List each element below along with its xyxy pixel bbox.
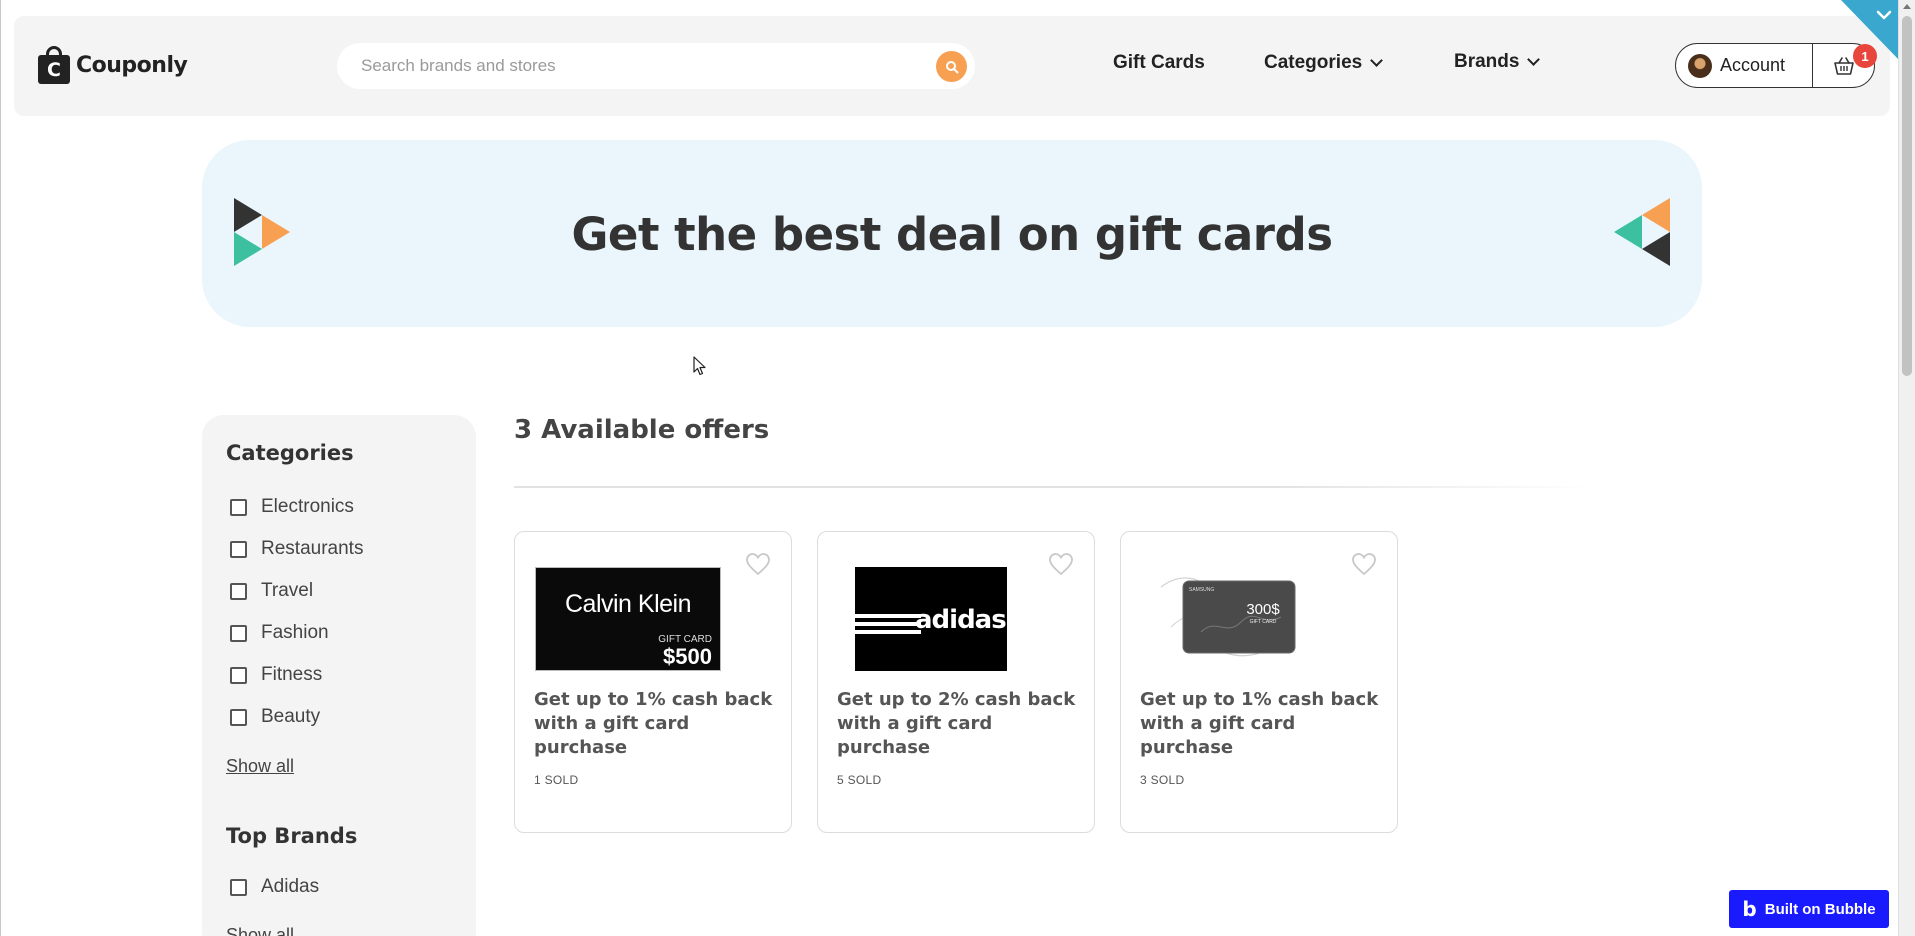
gift-card-image: SAMSUNG 300$ GIFT CARD xyxy=(1141,567,1327,671)
search-button[interactable] xyxy=(936,51,967,82)
dropdown-corner-toggle[interactable] xyxy=(1841,0,1899,60)
search-input[interactable] xyxy=(361,43,901,89)
nav-brands[interactable]: Brands xyxy=(1454,51,1541,73)
offers-count-title: 3 Available offers xyxy=(514,415,770,445)
scroll-up-arrow-icon[interactable] xyxy=(1903,4,1911,9)
svg-text:SAMSUNG: SAMSUNG xyxy=(1189,587,1214,593)
chevron-down-icon xyxy=(1370,54,1384,67)
stripe xyxy=(855,614,921,618)
search-bar xyxy=(337,43,975,89)
mouse-cursor-icon xyxy=(693,356,706,376)
show-all-brands-link[interactable]: Show all xyxy=(226,925,294,936)
checkbox[interactable] xyxy=(230,624,247,642)
filter-label: Beauty xyxy=(261,706,321,727)
hero-banner: Get the best deal on gift cards xyxy=(202,140,1702,327)
vertical-scrollbar[interactable] xyxy=(1898,0,1915,936)
show-all-categories-link[interactable]: Show all xyxy=(226,756,294,777)
filter-label: Adidas xyxy=(261,876,320,897)
bubble-logo-icon: b xyxy=(1742,897,1757,921)
account-button[interactable]: Account xyxy=(1676,44,1813,87)
filter-label: Restaurants xyxy=(261,538,364,559)
gift-card-image: Calvin Klein GIFT CARD $500 xyxy=(535,567,721,671)
top-brands-heading: Top Brands xyxy=(226,824,358,848)
stripe xyxy=(855,622,921,626)
site-logo[interactable]: C Couponly xyxy=(38,46,188,84)
filter-category-fitness[interactable]: Fitness xyxy=(230,664,322,686)
nav-categories[interactable]: Categories xyxy=(1264,52,1384,74)
offer-card-samsung[interactable]: SAMSUNG 300$ GIFT CARD Get up to 1% cash… xyxy=(1120,531,1398,833)
checkbox[interactable] xyxy=(230,666,247,684)
divider xyxy=(514,486,1594,488)
offer-title: Get up to 2% cash back with a gift card … xyxy=(837,689,1076,758)
filter-category-fashion[interactable]: Fashion xyxy=(230,622,329,644)
offer-card-adidas[interactable]: adidas Get up to 2% cash back with a gif… xyxy=(817,531,1095,833)
filter-label: Fitness xyxy=(261,664,323,685)
filter-label: Travel xyxy=(261,580,314,601)
svg-text:GIFT CARD: GIFT CARD xyxy=(1250,619,1277,625)
offer-title: Get up to 1% cash back with a gift card … xyxy=(1140,689,1379,758)
triangle-logo-icon xyxy=(1614,198,1670,266)
avatar xyxy=(1688,53,1712,78)
sold-count: 1 SOLD xyxy=(534,773,579,787)
checkbox[interactable] xyxy=(230,582,247,600)
scrollbar-thumb[interactable] xyxy=(1902,16,1912,376)
nav-gift-cards-label: Gift Cards xyxy=(1113,52,1205,73)
card-image-brand: adidas xyxy=(915,605,1007,635)
filter-label: Fashion xyxy=(261,622,329,643)
chevron-down-icon xyxy=(1527,53,1541,66)
logo-text: Couponly xyxy=(76,52,188,78)
svg-text:300$: 300$ xyxy=(1246,601,1280,618)
checkbox[interactable] xyxy=(230,708,247,726)
filter-category-restaurants[interactable]: Restaurants xyxy=(230,538,363,560)
checkbox[interactable] xyxy=(230,540,247,558)
offer-card-calvin-klein[interactable]: Calvin Klein GIFT CARD $500 Get up to 1%… xyxy=(514,531,792,833)
search-icon xyxy=(945,60,958,73)
stripe xyxy=(855,630,921,634)
filter-category-travel[interactable]: Travel xyxy=(230,580,313,602)
banner-title: Get the best deal on gift cards xyxy=(571,208,1334,261)
filter-sidebar: Categories Electronics Restaurants Trave… xyxy=(202,415,476,936)
account-label: Account xyxy=(1720,55,1786,75)
heart-icon[interactable] xyxy=(1048,552,1074,576)
bubble-badge-label: Built on Bubble xyxy=(1764,900,1876,918)
card-image-amount: $500 xyxy=(663,644,712,669)
filter-label: Electronics xyxy=(261,496,354,517)
sold-count: 5 SOLD xyxy=(837,773,882,787)
page: C Couponly Gift Cards Categories Brands xyxy=(0,0,1899,936)
heart-icon[interactable] xyxy=(745,552,771,576)
nav-brands-label: Brands xyxy=(1454,51,1520,72)
samsung-gift-card-graphic: SAMSUNG 300$ GIFT CARD xyxy=(1160,577,1296,657)
offer-title: Get up to 1% cash back with a gift card … xyxy=(534,689,773,758)
site-header: C Couponly Gift Cards Categories Brands xyxy=(14,16,1890,116)
filter-brand-adidas[interactable]: Adidas xyxy=(230,876,319,898)
nav-gift-cards[interactable]: Gift Cards xyxy=(1113,52,1205,74)
checkbox[interactable] xyxy=(230,498,247,516)
filter-category-electronics[interactable]: Electronics xyxy=(230,496,354,518)
filter-category-beauty[interactable]: Beauty xyxy=(230,706,320,728)
built-on-bubble-badge[interactable]: b Built on Bubble xyxy=(1729,890,1889,928)
gift-card-image: adidas xyxy=(855,567,1007,671)
heart-icon[interactable] xyxy=(1351,552,1377,576)
nav-categories-label: Categories xyxy=(1264,52,1363,73)
card-image-brand: Calvin Klein xyxy=(564,590,692,618)
checkbox[interactable] xyxy=(230,878,247,896)
sold-count: 3 SOLD xyxy=(1140,773,1185,787)
categories-heading: Categories xyxy=(226,441,354,465)
shopping-bag-icon: C xyxy=(38,46,70,84)
